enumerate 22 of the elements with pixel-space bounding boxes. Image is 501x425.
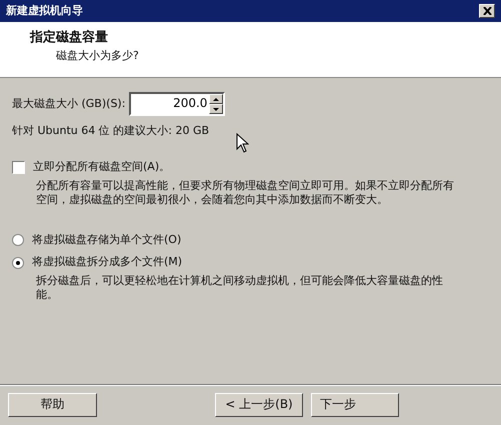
radio-button[interactable] [12, 256, 24, 269]
spin-up-icon[interactable] [209, 94, 224, 104]
header-subtitle: 磁盘大小为多少? [55, 48, 140, 64]
radio-label[interactable]: 将虚拟磁盘拆分成多个文件(M) [32, 255, 182, 270]
description-text: 拆分磁盘后，可以更轻松地在计算机之间移动虚拟机，但可能会降低大容量磁盘的性能。 [36, 274, 444, 302]
window-title: 新建虚拟机向导 [6, 4, 83, 18]
close-button[interactable] [479, 4, 495, 18]
spin-down-icon[interactable] [209, 104, 224, 114]
disk-size-spinner[interactable]: 200.0 [129, 92, 226, 116]
next-button[interactable]: 下一步 [311, 393, 399, 417]
close-icon [482, 7, 492, 15]
recommendation-text: 针对 Ubuntu 64 位 的建议大小: 20 GB [12, 124, 210, 138]
cursor-icon [236, 133, 249, 153]
radio-button[interactable] [12, 234, 24, 246]
header-title: 指定磁盘容量 [30, 30, 109, 47]
description-text: 分配所有容量可以提高性能，但要求所有物理磁盘空间立即可用。如果不立即分配所有空间，虚拟磁盘的空间最初很小，会随着您向其中添加数据而不断变大。 [36, 178, 455, 208]
checkbox-label[interactable]: 立即分配所有磁盘空间(A)。 [33, 160, 170, 175]
field-label: 最大磁盘大小 (GB)(S): [12, 96, 126, 112]
back-button[interactable]: < 上一步(B) [215, 393, 303, 417]
radio-label[interactable]: 将虚拟磁盘存储为单个文件(O) [32, 233, 182, 248]
checkbox[interactable] [12, 160, 25, 174]
help-button[interactable]: 帮助 [8, 393, 97, 417]
